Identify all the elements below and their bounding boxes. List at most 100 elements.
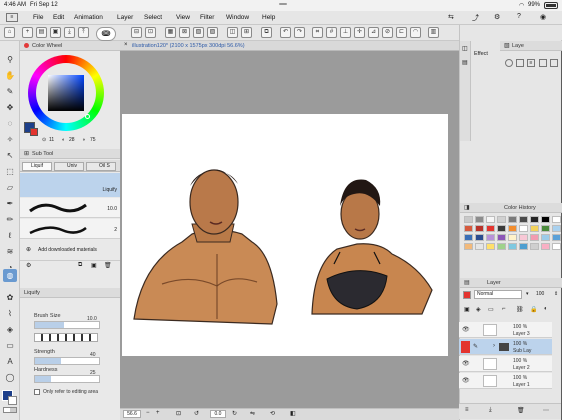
navigator-icon[interactable]: ◫ (462, 45, 468, 52)
layer-row[interactable]: 👁 100 % Layer 2 (459, 356, 552, 372)
effect-extract-icon[interactable]: ≡ (527, 59, 535, 67)
snap-special-icon[interactable]: ✛ (354, 27, 365, 38)
color-wheel-sub-swatch[interactable] (30, 128, 38, 136)
zoom-value[interactable]: 56.6 (123, 410, 141, 418)
fill-tool-icon[interactable]: ◈ (3, 323, 17, 336)
rotate-left-icon[interactable]: ↺ (194, 410, 199, 417)
menu-file[interactable]: File (33, 14, 43, 21)
menu-view[interactable]: View (176, 14, 190, 21)
brush-item-selected[interactable]: Liquify (20, 173, 120, 197)
layer-more-icon[interactable]: ⋯ (543, 407, 549, 414)
layer-menu-icon[interactable]: ≡ (465, 407, 469, 413)
flip-icon[interactable]: ⇋ (250, 410, 255, 417)
menu-animation[interactable]: Animation (74, 14, 103, 21)
new-icon[interactable]: + (22, 27, 33, 38)
color-history-swatch[interactable] (541, 216, 550, 223)
color-history-swatch[interactable] (508, 216, 517, 223)
layer-color-swatch[interactable] (463, 291, 471, 299)
text-tool-icon[interactable]: A (3, 355, 17, 368)
operation-tool-icon[interactable]: ↖ (3, 149, 17, 162)
color-history-swatch[interactable] (519, 225, 528, 232)
material-icon[interactable]: ▤ (462, 59, 468, 66)
snap-curve-icon[interactable]: ◠ (410, 27, 421, 38)
visibility-eye-icon[interactable]: 👁 (462, 326, 470, 333)
share-icon[interactable]: ⤴ (472, 13, 479, 23)
opacity-chevron-icon[interactable]: ▾ (526, 291, 529, 297)
effect-more-icon[interactable] (550, 59, 558, 67)
reset-view-icon[interactable]: ⟲ (270, 410, 275, 417)
color-history-swatch[interactable] (497, 243, 506, 250)
app-menu-icon[interactable]: ≡ (6, 13, 18, 22)
opacity-stepper-icon[interactable]: ⇕ (554, 291, 558, 297)
color-history-swatch[interactable] (486, 225, 495, 232)
zoom-out-icon[interactable]: − (146, 410, 150, 416)
correction-tool-icon[interactable]: ⌇ (3, 307, 17, 320)
clear-icon[interactable]: ⊡ (145, 27, 156, 38)
eraser-tool-icon[interactable]: ▱ (3, 181, 17, 194)
mask-icon[interactable]: ◐ (544, 306, 548, 312)
snap-grid-icon[interactable]: # (326, 27, 337, 38)
snap-ruler-icon[interactable]: ⊥ (340, 27, 351, 38)
layer-row[interactable]: 👁 100 % Layer 3 (459, 322, 552, 338)
nav-icon[interactable]: ◧ (290, 410, 296, 417)
menu-layer[interactable]: Layer (117, 14, 133, 21)
deselect-icon[interactable]: ▨ (207, 27, 218, 38)
color-history-swatch[interactable] (519, 243, 528, 250)
color-history-swatch[interactable] (464, 216, 473, 223)
zoom-tool-icon[interactable]: ⚲ (3, 53, 17, 66)
select-all-icon[interactable]: ▧ (193, 27, 204, 38)
color-history-swatch[interactable] (486, 234, 495, 241)
document-tab[interactable]: × illustration120* (2100 x 1575px 300dpi… (120, 41, 459, 51)
hand-tool-icon[interactable]: ✋ (3, 69, 17, 82)
color-history-swatch[interactable] (475, 234, 484, 241)
mirror-icon[interactable]: ⧉ (261, 27, 272, 38)
hue-ring[interactable] (28, 55, 104, 131)
color-history-swatch[interactable] (519, 216, 528, 223)
color-history-swatch[interactable] (519, 234, 528, 241)
canvas-paper[interactable] (122, 114, 448, 356)
import-icon[interactable]: ⤒ (78, 27, 89, 38)
decoration-tool-icon[interactable]: ✿ (3, 291, 17, 304)
layer-row[interactable]: 👁 100 % Layer 1 (459, 373, 552, 389)
color-history-swatch[interactable] (486, 243, 495, 250)
effect-border-icon[interactable] (505, 59, 513, 67)
color-history-swatch[interactable] (475, 216, 484, 223)
color-history-swatch[interactable] (552, 225, 561, 232)
eyedropper-tool-icon[interactable]: ✎ (3, 85, 17, 98)
snap-perspective-icon[interactable]: ⊿ (368, 27, 379, 38)
add-materials-icon[interactable]: ⊕ (26, 246, 31, 253)
color-history-swatch[interactable] (552, 216, 561, 223)
edit-pen-icon[interactable]: ✎ (473, 343, 478, 350)
menu-filter[interactable]: Filter (200, 14, 214, 21)
snap-line-icon[interactable]: ⊏ (396, 27, 407, 38)
only-refer-checkbox[interactable] (34, 389, 40, 395)
visibility-eye-icon[interactable]: 👁 (462, 360, 470, 367)
brush-size-presets[interactable] (34, 333, 98, 342)
brush-item[interactable]: 10.0 (20, 198, 120, 218)
settings-icon[interactable]: ⚙ (494, 13, 500, 21)
brush-item[interactable]: 2 (20, 219, 120, 239)
fit-icon[interactable]: ⊡ (176, 410, 181, 417)
color-history-swatch[interactable] (497, 225, 506, 232)
hue-ring-cursor[interactable] (85, 114, 90, 119)
saturation-value-square[interactable] (48, 75, 84, 111)
close-document-icon[interactable]: × (124, 42, 128, 48)
effect-color-icon[interactable] (539, 59, 547, 67)
brush-size-slider[interactable] (34, 321, 100, 329)
pencil-tool-icon[interactable]: ✏ (3, 213, 17, 226)
color-history-swatch[interactable] (464, 234, 473, 241)
color-history-swatch[interactable] (464, 243, 473, 250)
color-history-swatch[interactable] (475, 243, 484, 250)
color-history-swatch[interactable] (541, 225, 550, 232)
effect-tone-icon[interactable] (516, 59, 524, 67)
panel-toggle-icon[interactable]: ⇆ (448, 13, 454, 21)
undo-icon[interactable]: ↶ (280, 27, 291, 38)
export-icon[interactable]: ⤓ (64, 27, 75, 38)
save-icon[interactable]: ▣ (50, 27, 61, 38)
tab-oil-paint[interactable]: Oil S (86, 162, 116, 171)
color-history-swatch[interactable] (508, 225, 517, 232)
tab-liquify[interactable]: Liquif (22, 162, 52, 171)
menu-help[interactable]: Help (262, 14, 275, 21)
color-history-swatch[interactable] (530, 216, 539, 223)
selection-tool-icon[interactable]: ⬚ (3, 165, 17, 178)
